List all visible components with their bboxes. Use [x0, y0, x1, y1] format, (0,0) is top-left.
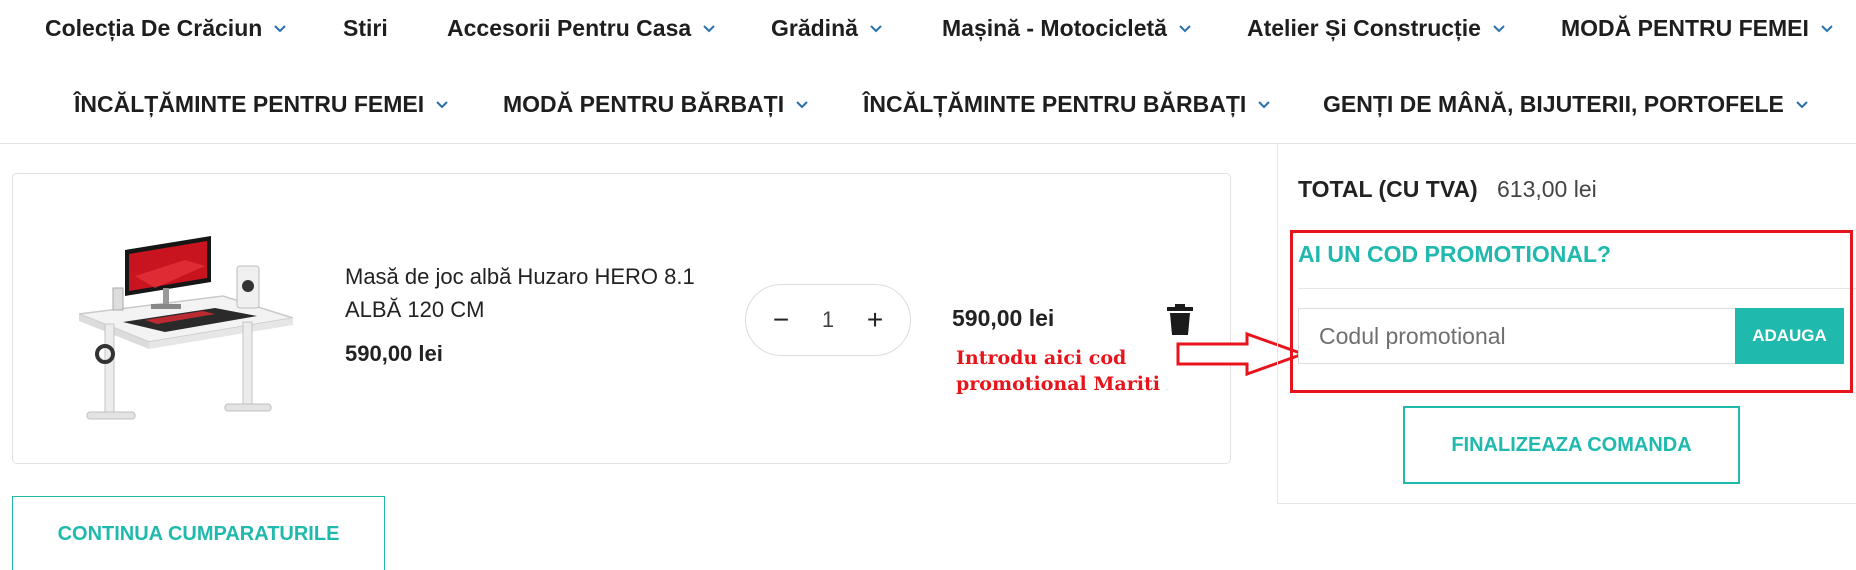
- total-label: TOTAL (CU TVA): [1298, 176, 1478, 202]
- chevron-down-icon: [1256, 96, 1272, 112]
- nav-item-label: ÎNCĂLȚĂMINTE PENTRU FEMEI: [74, 90, 425, 117]
- nav-item-accesorii-pentru-casa[interactable]: Accesorii Pentru Casa: [447, 8, 717, 48]
- chevron-down-icon: [434, 96, 450, 112]
- product-name[interactable]: Masă de joc albă Huzaro HERO 8.1 ALBĂ 12…: [345, 260, 705, 326]
- nav-item-incaltaminte-pentru-femei[interactable]: ÎNCĂLȚĂMINTE PENTRU FEMEI: [74, 84, 450, 124]
- apply-promo-button[interactable]: ADAUGA: [1735, 308, 1844, 364]
- nav-item-label: MODĂ PENTRU FEMEI: [1561, 14, 1809, 41]
- checkout-button[interactable]: FINALIZEAZA COMANDA: [1403, 406, 1740, 484]
- cart-item-card: Masă de joc albă Huzaro HERO 8.1 ALBĂ 12…: [12, 173, 1231, 464]
- nav-item-label: Grădină: [771, 14, 858, 41]
- nav-item-moda-pentru-barbati[interactable]: MODĂ PENTRU BĂRBAȚI: [503, 84, 810, 124]
- product-image[interactable]: [65, 204, 305, 439]
- nav-item-label: Stiri: [343, 14, 388, 41]
- nav-item-stiri[interactable]: Stiri: [343, 8, 388, 48]
- annotation-text: Introdu aici cod promotional Mariti: [956, 347, 1160, 395]
- chevron-down-icon: [1177, 20, 1193, 36]
- nav-item-label: ÎNCĂLȚĂMINTE PENTRU BĂRBAȚI: [863, 90, 1247, 117]
- promo-code-toggle[interactable]: AI UN COD PROMOTIONAL?: [1298, 241, 1611, 268]
- quantity-stepper: − 1 +: [745, 284, 911, 356]
- product-unit-price: 590,00 lei: [345, 341, 443, 366]
- nav-item-label: MODĂ PENTRU BĂRBAȚI: [503, 90, 785, 117]
- chevron-down-icon: [1794, 96, 1810, 112]
- nav-item-label: Mașină - Motocicletă: [942, 14, 1167, 41]
- nav-item-gradina[interactable]: Grădină: [771, 8, 884, 48]
- chevron-down-icon: [794, 96, 810, 112]
- continue-shopping-button[interactable]: CONTINUA CUMPARATURILE: [12, 496, 385, 570]
- line-total-price: 590,00 lei: [952, 305, 1055, 331]
- decrease-quantity-button[interactable]: −: [768, 306, 794, 334]
- order-summary: TOTAL (CU TVA) 613,00 lei AI UN COD PROM…: [1277, 144, 1856, 504]
- nav-item-label: Atelier Și Construcție: [1247, 14, 1481, 41]
- main-navigation: Colecția De Crăciun Stiri Accesorii Pent…: [0, 0, 1856, 144]
- nav-item-label: Colecția De Crăciun: [45, 14, 263, 41]
- increase-quantity-button[interactable]: +: [862, 306, 888, 334]
- nav-item-masina-motocicleta[interactable]: Mașină - Motocicletă: [942, 8, 1193, 48]
- nav-item-label: Accesorii Pentru Casa: [447, 14, 692, 41]
- quantity-value[interactable]: 1: [822, 307, 834, 333]
- promo-code-input[interactable]: [1298, 308, 1756, 364]
- nav-item-atelier-si-constructie[interactable]: Atelier Și Construcție: [1247, 8, 1507, 48]
- chevron-down-icon: [701, 20, 717, 36]
- nav-item-moda-pentru-femei[interactable]: MODĂ PENTRU FEMEI: [1561, 8, 1835, 48]
- chevron-down-icon: [272, 20, 288, 36]
- divider: [1298, 288, 1856, 289]
- nav-item-colectia-de-craciun[interactable]: Colecția De Crăciun: [45, 8, 288, 48]
- chevron-down-icon: [1819, 20, 1835, 36]
- total-value: 613,00 lei: [1497, 176, 1597, 202]
- nav-item-incaltaminte-pentru-barbati[interactable]: ÎNCĂLȚĂMINTE PENTRU BĂRBAȚI: [863, 84, 1272, 124]
- nav-item-genti-bijuterii-portofele[interactable]: GENȚI DE MÂNĂ, BIJUTERII, PORTOFELE: [1323, 84, 1810, 124]
- chevron-down-icon: [868, 20, 884, 36]
- nav-item-label: GENȚI DE MÂNĂ, BIJUTERII, PORTOFELE: [1323, 90, 1784, 117]
- chevron-down-icon: [1491, 20, 1507, 36]
